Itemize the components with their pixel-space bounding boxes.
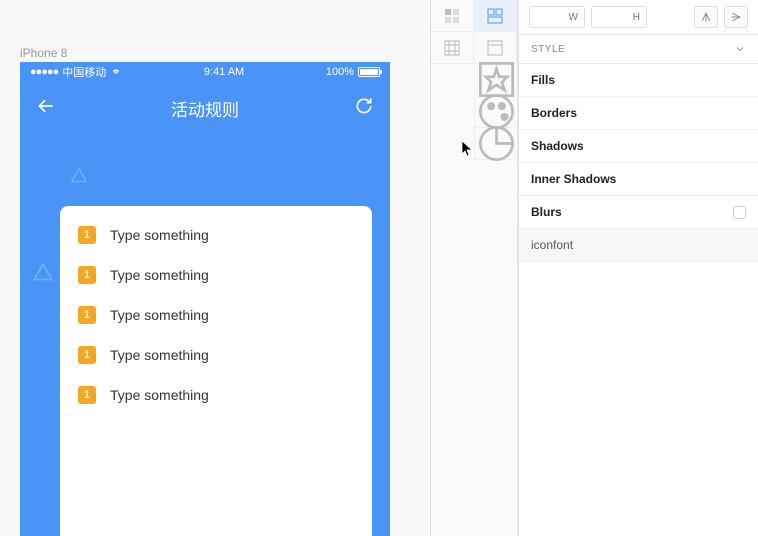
- tool-strip: [431, 0, 518, 536]
- rule-item: 1 Type something: [78, 386, 354, 404]
- rule-text: Type something: [110, 387, 209, 403]
- canvas-area[interactable]: iPhone 8 ●●●●● 中国移动 9:41 AM 100% 活动规则 1: [0, 0, 430, 536]
- carrier-label: 中国移动: [62, 64, 106, 80]
- flip-vertical-icon[interactable]: [724, 6, 748, 28]
- tool-grid-view-icon[interactable]: [431, 0, 474, 32]
- shadows-row[interactable]: Shadows: [519, 130, 758, 163]
- phone-artboard[interactable]: ●●●●● 中国移动 9:41 AM 100% 活动规则 1 Type some…: [20, 62, 390, 536]
- rule-text: Type something: [110, 227, 209, 243]
- status-time: 9:41 AM: [204, 66, 244, 78]
- inner-shadows-row[interactable]: Inner Shadows: [519, 163, 758, 196]
- nav-bar: 活动规则: [20, 82, 390, 134]
- back-icon[interactable]: [36, 96, 56, 121]
- chevron-down-icon: [734, 43, 746, 55]
- wifi-icon: [110, 66, 122, 79]
- blurs-checkbox[interactable]: [733, 206, 746, 219]
- fills-row[interactable]: Fills: [519, 64, 758, 97]
- style-section-header[interactable]: STYLE: [519, 35, 758, 64]
- device-label: iPhone 8: [20, 46, 67, 60]
- decoration-triangle-icon: [70, 167, 88, 190]
- rule-number-badge: 1: [78, 346, 96, 364]
- rule-number-badge: 1: [78, 226, 96, 244]
- tool-grid-icon[interactable]: [431, 32, 474, 64]
- rules-card: 1 Type something 1 Type something 1 Type…: [60, 206, 372, 536]
- style-header-label: STYLE: [531, 44, 565, 55]
- battery-icon: [358, 67, 380, 77]
- signal-dots-icon: ●●●●●: [30, 66, 58, 78]
- rule-number-badge: 1: [78, 266, 96, 284]
- rule-number-badge: 1: [78, 386, 96, 404]
- rule-number-badge: 1: [78, 306, 96, 324]
- rule-text: Type something: [110, 347, 209, 363]
- inspector-panel: STYLE Fills Borders Shadows Inner Shadow…: [518, 0, 758, 536]
- rule-item: 1 Type something: [78, 346, 354, 364]
- tool-pie-icon[interactable]: [474, 128, 518, 160]
- rule-item: 1 Type something: [78, 266, 354, 284]
- battery-percent: 100%: [326, 66, 354, 78]
- borders-row[interactable]: Borders: [519, 97, 758, 130]
- flip-horizontal-icon[interactable]: [694, 6, 718, 28]
- iconfont-row[interactable]: iconfont: [519, 229, 758, 262]
- blurs-row[interactable]: Blurs: [519, 196, 758, 229]
- cursor-icon: [462, 141, 474, 157]
- decoration-triangle-icon: [32, 262, 54, 289]
- height-input[interactable]: [591, 6, 647, 28]
- rule-text: Type something: [110, 267, 209, 283]
- width-input[interactable]: [529, 6, 585, 28]
- nav-title: 活动规则: [171, 96, 239, 121]
- rule-item: 1 Type something: [78, 306, 354, 324]
- tool-layout-icon[interactable]: [474, 0, 517, 32]
- rule-text: Type something: [110, 307, 209, 323]
- rule-item: 1 Type something: [78, 226, 354, 244]
- status-bar: ●●●●● 中国移动 9:41 AM 100%: [20, 62, 390, 82]
- refresh-icon[interactable]: [354, 96, 374, 121]
